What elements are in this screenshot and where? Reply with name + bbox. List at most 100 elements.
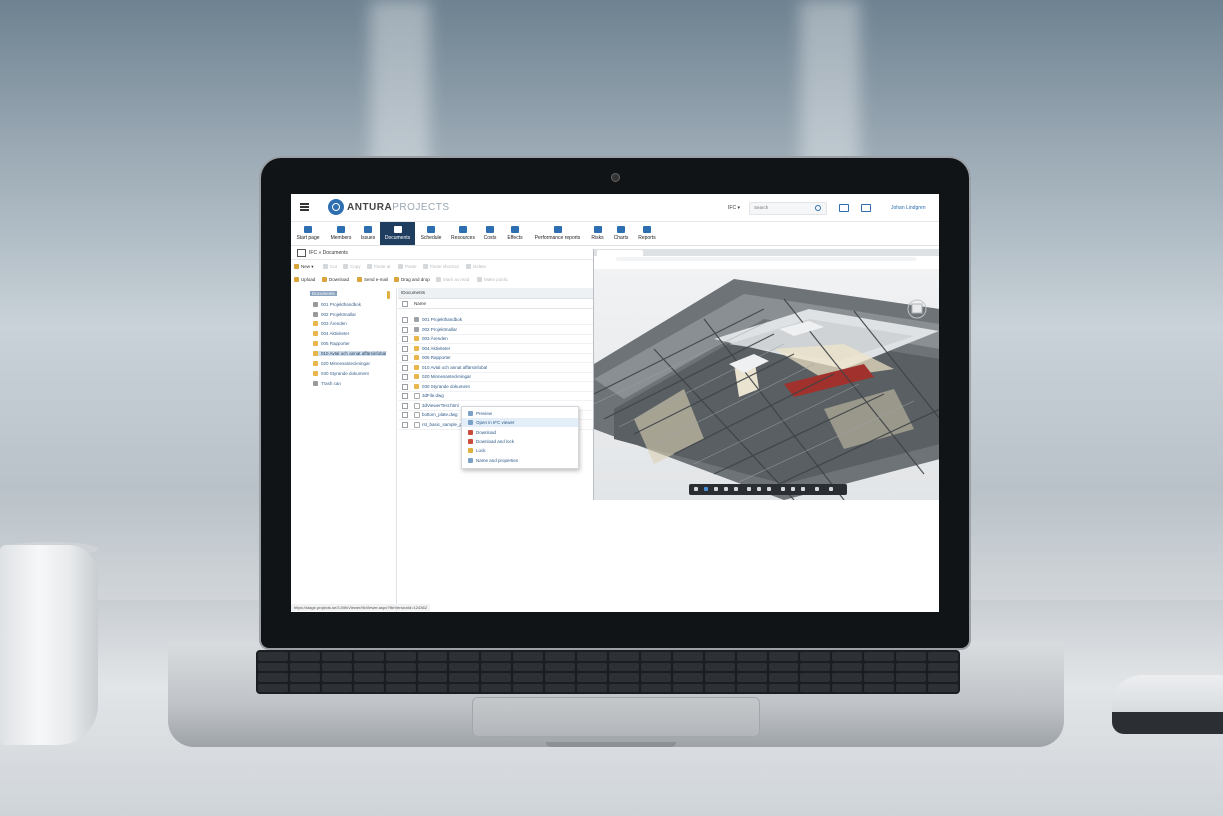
navigation-cube-icon[interactable] — [906, 299, 928, 319]
row-name[interactable]: 3dFile.dwg — [422, 393, 444, 398]
antura-logo-icon[interactable] — [328, 199, 344, 215]
row-checkbox[interactable] — [402, 422, 408, 428]
table-row[interactable]: 3dFile.dwg — [398, 391, 594, 401]
column-name-header[interactable]: Name — [414, 301, 426, 306]
upload-button[interactable]: Upload — [294, 277, 315, 282]
tree-item-trash[interactable]: Trash can — [313, 381, 341, 386]
nav-start-page[interactable]: Start page — [293, 222, 323, 245]
row-name[interactable]: bottom_plate.dwg — [422, 412, 458, 417]
properties-tool-icon[interactable] — [791, 487, 795, 491]
nav-issues[interactable]: Issues — [358, 222, 378, 245]
tree-item[interactable]: 004 Aktiviteter — [313, 331, 349, 336]
row-checkbox[interactable] — [402, 336, 408, 342]
pin-icon[interactable] — [387, 291, 390, 299]
table-row[interactable]: 001 Projekthandbok — [398, 315, 594, 325]
make-public-button[interactable]: Make public — [477, 277, 508, 282]
nav-costs[interactable]: Costs — [482, 222, 498, 245]
measure-tool-icon[interactable] — [747, 487, 751, 491]
nav-effects[interactable]: Effects — [505, 222, 525, 245]
notes-icon[interactable] — [861, 204, 871, 212]
fullscreen-icon[interactable] — [829, 487, 833, 491]
tree-item[interactable]: 001 Projekthandbok — [313, 302, 361, 307]
explode-tool-icon[interactable] — [767, 487, 771, 491]
menu-item-download-and-lock[interactable]: Download and lock — [462, 437, 578, 446]
mark-as-read-button[interactable]: Mark as read — [436, 277, 469, 282]
table-row[interactable]: 003 Ärenden — [398, 334, 594, 344]
new-button[interactable]: New ▾ — [294, 264, 314, 270]
send-email-button[interactable]: Send e-mail — [357, 277, 388, 282]
camera-tool-icon[interactable] — [734, 487, 738, 491]
tree-item-selected[interactable]: 010 Avtal och annat affärsinfobal — [313, 351, 387, 356]
ifc-3d-model-view[interactable] — [593, 269, 939, 501]
keyboard-key — [353, 673, 384, 682]
drag-and-drop-button[interactable]: Drag and drop — [394, 277, 430, 282]
menu-item-download[interactable]: Download — [462, 428, 578, 437]
settings-tool-icon[interactable] — [801, 487, 805, 491]
row-name[interactable]: 3dViewerTest.html — [422, 403, 459, 408]
paste-button[interactable]: Paste — [398, 264, 417, 269]
brand-logo[interactable]: ANTURAPROJECTS — [347, 202, 450, 213]
delete-button[interactable]: Delete — [466, 264, 486, 269]
download-button[interactable]: Download — [322, 277, 349, 282]
tree-item[interactable]: 003 Ärenden — [313, 321, 347, 326]
row-name[interactable]: 010 Avtal och annat affärsinfobal — [422, 365, 487, 370]
pan-tool-icon[interactable] — [714, 487, 718, 491]
paste-shortcut-button[interactable]: Paste shortcut — [423, 264, 459, 269]
nav-reports[interactable]: Reports — [636, 222, 658, 245]
row-name[interactable]: 030 Styrande dokument — [422, 384, 470, 389]
first-person-tool-icon[interactable] — [704, 487, 708, 491]
nav-performance-reports[interactable]: Performance reports — [531, 222, 584, 245]
tree-item[interactable]: 020 Minnesanteckningar — [313, 361, 370, 366]
nav-resources[interactable]: Resources — [449, 222, 477, 245]
row-checkbox[interactable] — [402, 384, 408, 390]
search-icon[interactable] — [815, 205, 821, 211]
nav-charts[interactable]: Charts — [612, 222, 630, 245]
row-checkbox[interactable] — [402, 393, 408, 399]
tree-root-documents[interactable]: Documents — [310, 291, 337, 296]
row-name[interactable]: rst_basic_sample_p — [422, 422, 462, 427]
menu-item-preview[interactable]: Preview — [462, 409, 578, 418]
row-checkbox[interactable] — [402, 346, 408, 352]
row-checkbox[interactable] — [402, 374, 408, 380]
project-selector[interactable]: IFC ▾ — [728, 205, 740, 211]
table-row[interactable]: 020 Minnesanteckningar — [398, 372, 594, 382]
row-name[interactable]: 001 Projekthandbok — [422, 317, 462, 322]
row-name[interactable]: 020 Minnesanteckningar — [422, 374, 471, 379]
breadcrumb[interactable]: IFC » Documents — [309, 250, 348, 256]
tree-item[interactable]: 002 Projektmallar — [313, 312, 356, 317]
zoom-tool-icon[interactable] — [724, 487, 728, 491]
row-checkbox[interactable] — [402, 365, 408, 371]
orbit-tool-icon[interactable] — [694, 487, 698, 491]
nav-documents[interactable]: Documents — [380, 222, 415, 245]
row-checkbox[interactable] — [402, 317, 408, 323]
row-name[interactable]: 005 Rapporter — [422, 355, 451, 360]
row-name[interactable]: 003 Ärenden — [422, 336, 448, 341]
tree-item[interactable]: 005 Rapporter — [313, 341, 350, 346]
row-checkbox[interactable] — [402, 355, 408, 361]
row-checkbox[interactable] — [402, 327, 408, 333]
cut-button[interactable]: Cut — [323, 264, 337, 269]
select-all-checkbox[interactable] — [402, 301, 408, 307]
row-name[interactable]: 004 Aktiviteter — [422, 346, 450, 351]
row-name[interactable]: 002 Projektmallar — [422, 327, 457, 332]
row-checkbox[interactable] — [402, 412, 408, 418]
nav-schedule[interactable]: Schedule — [418, 222, 444, 245]
mail-icon[interactable] — [839, 204, 849, 212]
menu-icon[interactable] — [300, 203, 309, 211]
menu-item-name-and-properties[interactable]: Name and properties — [462, 456, 578, 465]
paste-at-button[interactable]: Paste at — [367, 264, 391, 269]
url-field[interactable] — [616, 257, 916, 261]
reset-view-icon[interactable] — [815, 487, 819, 491]
menu-item-open-ifc-viewer[interactable]: Open in IFC viewer — [462, 418, 578, 427]
menu-item-lock[interactable]: Lock — [462, 446, 578, 455]
tree-item[interactable]: 030 Styrande dokument — [313, 371, 369, 376]
model-browser-icon[interactable] — [781, 487, 785, 491]
section-tool-icon[interactable] — [757, 487, 761, 491]
row-checkbox[interactable] — [402, 403, 408, 409]
nav-members[interactable]: Members — [327, 222, 355, 245]
copy-button[interactable]: Copy — [343, 264, 361, 269]
table-row[interactable]: 005 Rapporter — [398, 353, 594, 363]
user-name[interactable]: Johan Lindgren — [891, 205, 925, 211]
nav-risks[interactable]: Risks — [590, 222, 605, 245]
search-input[interactable] — [750, 203, 814, 212]
